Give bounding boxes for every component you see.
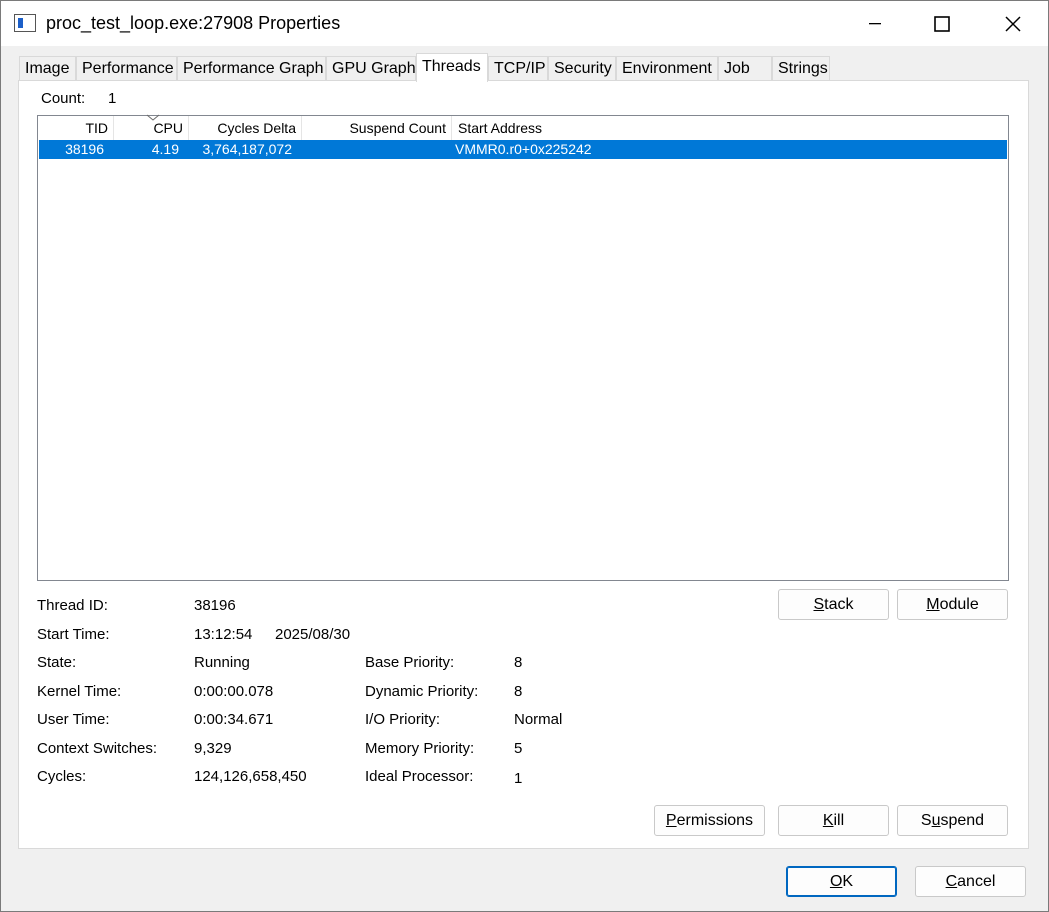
maximize-icon[interactable] bbox=[919, 1, 965, 46]
start-time-label: Start Time: bbox=[37, 626, 110, 643]
ideal-processor-label: Ideal Processor: bbox=[365, 768, 474, 785]
suspend-button[interactable]: Suspend bbox=[897, 805, 1008, 836]
user-time-label: User Time: bbox=[37, 711, 110, 728]
permissions-button[interactable]: Permissions bbox=[654, 805, 765, 836]
io-priority-label: I/O Priority: bbox=[365, 711, 441, 728]
tab-job[interactable]: Job bbox=[718, 56, 772, 81]
tab-strings[interactable]: Strings bbox=[772, 56, 830, 81]
cycles-value: 124,126,658,450 bbox=[194, 768, 307, 785]
list-header: TID CPU Cycles Delta Suspend Count Start… bbox=[38, 114, 1008, 140]
context-switches-label: Context Switches: bbox=[37, 740, 158, 757]
count-value: 1 bbox=[108, 90, 117, 107]
kill-button[interactable]: Kill bbox=[778, 805, 889, 836]
user-time-value: 0:00:34.671 bbox=[194, 711, 274, 728]
tab-performance[interactable]: Performance bbox=[76, 56, 177, 81]
column-header-suspend-count[interactable]: Suspend Count bbox=[302, 116, 452, 140]
tab-performance-graph[interactable]: Performance Graph bbox=[177, 56, 326, 81]
tab-strip: Image Performance Performance Graph GPU … bbox=[19, 53, 1031, 82]
cell-start-address: VMMR0.r0+0x225242 bbox=[455, 141, 592, 157]
tab-security[interactable]: Security bbox=[548, 56, 616, 81]
kernel-time-label: Kernel Time: bbox=[37, 683, 122, 700]
sort-descending-icon bbox=[146, 114, 160, 121]
memory-priority-value: 5 bbox=[514, 740, 523, 757]
minimize-icon[interactable] bbox=[852, 1, 898, 46]
close-icon[interactable] bbox=[990, 1, 1036, 46]
base-priority-label: Base Priority: bbox=[365, 654, 455, 671]
kernel-time-value: 0:00:00.078 bbox=[194, 683, 274, 700]
window-title: proc_test_loop.exe:27908 Properties bbox=[46, 13, 341, 33]
io-priority-value: Normal bbox=[514, 711, 563, 728]
base-priority-value: 8 bbox=[514, 654, 523, 671]
cell-cycles-delta: 3,764,187,072 bbox=[202, 141, 292, 157]
start-time-value: 13:12:54 bbox=[194, 626, 253, 643]
table-row[interactable]: 38196 4.19 3,764,187,072 VMMR0.r0+0x2252… bbox=[39, 140, 1007, 159]
dynamic-priority-label: Dynamic Priority: bbox=[365, 683, 479, 700]
state-label: State: bbox=[37, 654, 77, 671]
ok-button[interactable]: OK bbox=[786, 866, 897, 897]
cancel-button[interactable]: Cancel bbox=[915, 866, 1026, 897]
column-header-tid[interactable]: TID bbox=[38, 116, 114, 140]
cell-cpu: 4.19 bbox=[151, 141, 179, 157]
cycles-label: Cycles: bbox=[37, 768, 87, 785]
thread-id-value: 38196 bbox=[194, 597, 236, 614]
start-date-value: 2025/08/30 bbox=[275, 626, 351, 643]
context-switches-value: 9,329 bbox=[194, 740, 232, 757]
cell-suspend-count bbox=[303, 140, 443, 159]
properties-dialog: proc_test_loop.exe:27908 Properties Imag… bbox=[0, 0, 1049, 912]
window-app-icon bbox=[14, 14, 36, 32]
tab-image[interactable]: Image bbox=[19, 56, 76, 81]
dynamic-priority-value: 8 bbox=[514, 683, 523, 700]
stack-button[interactable]: Stack bbox=[778, 589, 889, 620]
module-button[interactable]: Module bbox=[897, 589, 1008, 620]
threads-list[interactable]: TID CPU Cycles Delta Suspend Count Start… bbox=[37, 114, 1009, 581]
tab-threads[interactable]: Threads bbox=[416, 53, 488, 82]
tab-gpu-graph[interactable]: GPU Graph bbox=[326, 56, 416, 81]
column-header-cycles-delta[interactable]: Cycles Delta bbox=[189, 116, 302, 140]
ideal-processor-value: 1 bbox=[514, 770, 523, 787]
title-bar[interactable]: proc_test_loop.exe:27908 Properties bbox=[1, 1, 1048, 46]
tab-tcpip[interactable]: TCP/IP bbox=[488, 56, 548, 81]
state-value: Running bbox=[194, 654, 250, 671]
count-label: Count: bbox=[41, 90, 86, 107]
column-header-start-address[interactable]: Start Address bbox=[452, 116, 602, 140]
cell-tid: 38196 bbox=[65, 141, 104, 157]
tab-environment[interactable]: Environment bbox=[616, 56, 718, 81]
thread-id-label: Thread ID: bbox=[37, 597, 108, 614]
memory-priority-label: Memory Priority: bbox=[365, 740, 475, 757]
